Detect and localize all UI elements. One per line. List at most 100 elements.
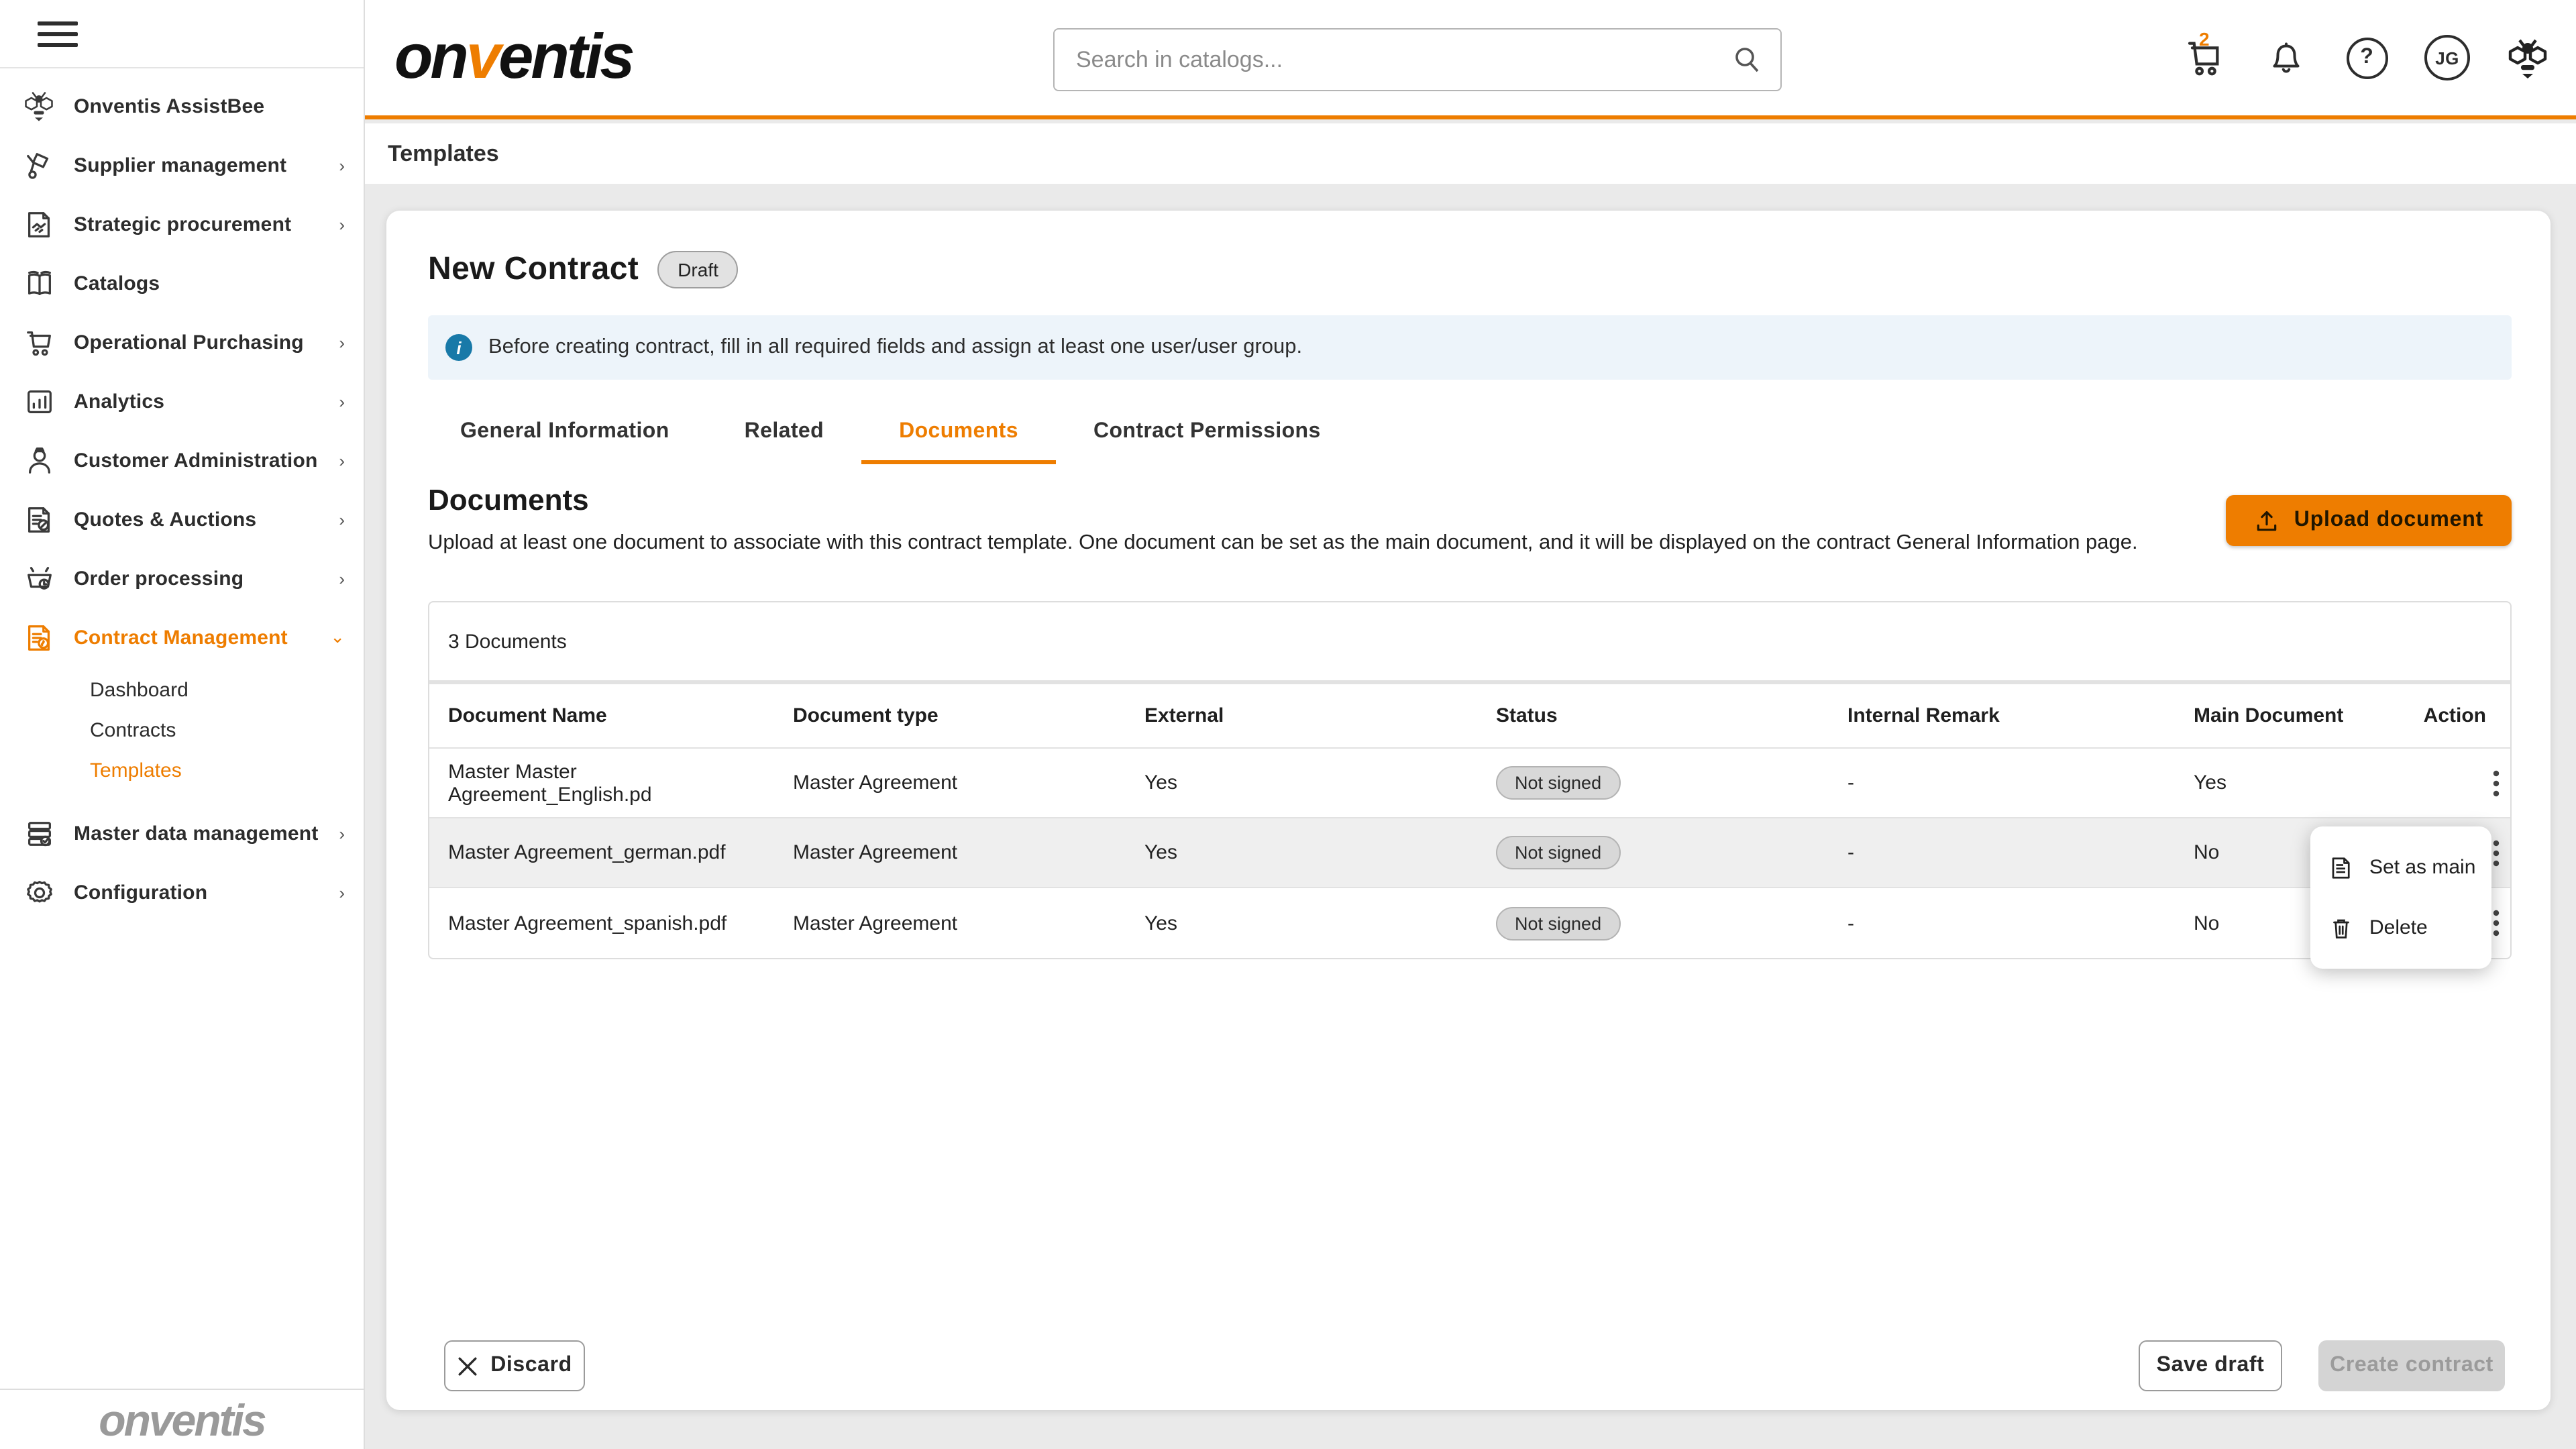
tab-documents[interactable]: Documents (861, 409, 1056, 464)
upload-button-label: Upload document (2294, 508, 2483, 533)
sidebar-item-analytics[interactable]: Analytics › (0, 372, 364, 431)
help-button[interactable]: ? (2343, 34, 2391, 82)
search-input[interactable] (1053, 28, 1782, 91)
sidebar-item-label: Analytics (74, 390, 164, 413)
notifications-button[interactable] (2262, 34, 2310, 82)
sidebar-nav: Onventis AssistBee Supplier management › (0, 68, 364, 922)
open-book-icon (23, 267, 55, 299)
upload-document-button[interactable]: Upload document (2226, 495, 2512, 546)
sidebar-item-label: Strategic procurement (74, 213, 291, 235)
document-percent-icon (23, 503, 55, 535)
save-draft-button[interactable]: Save draft (2139, 1340, 2282, 1391)
column-header-document-name: Document Name (429, 684, 793, 747)
app-window: Onventis AssistBee Supplier management › (0, 0, 2576, 1449)
column-header-document-type: Document type (793, 684, 1144, 747)
sidebar-footer: onventis (0, 1389, 364, 1449)
sidebar-subitem-dashboard[interactable]: Dashboard (0, 669, 364, 710)
chevron-right-icon: › (339, 509, 345, 529)
info-banner-text: Before creating contract, fill in all re… (488, 335, 1302, 360)
discard-button[interactable]: Discard (444, 1340, 585, 1391)
internal-remark: - (1847, 771, 2194, 794)
logo-part: entis (498, 20, 632, 91)
close-icon (457, 1356, 477, 1376)
sidebar-subitem-contracts[interactable]: Contracts (0, 710, 364, 750)
sidebar-item-catalogs[interactable]: Catalogs (0, 254, 364, 313)
discard-label: Discard (490, 1354, 572, 1378)
column-header-internal-remark: Internal Remark (1847, 684, 2194, 747)
status-cell: Not signed (1496, 766, 1847, 800)
document-name: Master Agreement_german.pdf (429, 841, 793, 864)
user-avatar[interactable]: JG (2423, 34, 2471, 82)
tab-related[interactable]: Related (707, 409, 861, 464)
table-row: Master Master Agreement_English.pd Maste… (429, 749, 2510, 818)
external-value: Yes (1144, 912, 1496, 934)
column-header-external: External (1144, 684, 1496, 747)
breadcrumb[interactable]: Templates (388, 140, 499, 167)
gear-icon (23, 876, 55, 908)
bar-chart-icon (23, 385, 55, 417)
breadcrumb-bar: Templates (365, 123, 2576, 184)
sidebar-item-strategic-procurement[interactable]: Strategic procurement › (0, 195, 364, 254)
table-row: Master Agreement_spanish.pdf Master Agre… (429, 888, 2510, 958)
top-header: onventis 2 (365, 0, 2576, 119)
sidebar-top (0, 0, 364, 68)
sidebar-item-operational-purchasing[interactable]: Operational Purchasing › (0, 313, 364, 372)
hand-truck-icon (23, 149, 55, 181)
column-header-main-document: Main Document (2194, 684, 2418, 747)
context-menu-set-as-main[interactable]: Set as main (2310, 837, 2491, 898)
column-header-status: Status (1496, 684, 1847, 747)
tab-contract-permissions[interactable]: Contract Permissions (1056, 409, 1358, 464)
sidebar-item-onventis-assistbee[interactable]: Onventis AssistBee (0, 76, 364, 136)
contract-management-subnav: Dashboard Contracts Templates (0, 669, 364, 790)
sidebar-item-configuration[interactable]: Configuration › (0, 863, 364, 922)
document-paragraph-icon (23, 621, 55, 653)
sidebar-item-label: Customer Administration (74, 449, 318, 472)
new-contract-card: New Contract Draft i Before creating con… (386, 211, 2551, 1410)
sidebar-item-quotes-auctions[interactable]: Quotes & Auctions › (0, 490, 364, 549)
sidebar-item-master-data-management[interactable]: Master data management › (0, 804, 364, 863)
chevron-right-icon: › (339, 332, 345, 352)
context-menu-delete[interactable]: Delete (2310, 898, 2491, 958)
info-banner: i Before creating contract, fill in all … (428, 315, 2512, 380)
sidebar-item-contract-management[interactable]: Contract Management ⌄ (0, 608, 364, 667)
tab-general-information[interactable]: General Information (423, 409, 707, 464)
document-type: Master Agreement (793, 841, 1144, 864)
status-badge: Not signed (1496, 766, 1620, 800)
sidebar: Onventis AssistBee Supplier management › (0, 0, 365, 1449)
sidebar-item-label: Catalogs (74, 272, 160, 294)
row-actions-kebab-icon[interactable] (2418, 769, 2510, 796)
hamburger-menu-icon[interactable] (38, 14, 78, 53)
logo-part: v (466, 20, 498, 91)
header-icons: 2 ? JG (2182, 0, 2552, 115)
status-cell: Not signed (1496, 836, 1847, 869)
external-value: Yes (1144, 841, 1496, 864)
catalog-search (1053, 28, 1782, 91)
trash-icon (2329, 916, 2353, 940)
upload-icon (2254, 508, 2279, 533)
sidebar-item-label: Onventis AssistBee (74, 95, 264, 117)
sidebar-item-customer-administration[interactable]: Customer Administration › (0, 431, 364, 490)
create-contract-button[interactable]: Create contract (2318, 1340, 2505, 1391)
question-mark-icon: ? (2346, 37, 2387, 78)
main-area: New Contract Draft i Before creating con… (365, 184, 2576, 1449)
status-badge: Not signed (1496, 836, 1620, 869)
context-menu-label: Delete (2369, 916, 2428, 939)
sidebar-item-supplier-management[interactable]: Supplier management › (0, 136, 364, 195)
sidebar-item-label: Order processing (74, 567, 244, 590)
chevron-right-icon: › (339, 391, 345, 411)
assistbee-button[interactable] (2504, 34, 2552, 82)
document-handshake-icon (23, 208, 55, 240)
cart-button[interactable]: 2 (2182, 34, 2230, 82)
search-icon[interactable] (1731, 43, 1763, 82)
title-row: New Contract Draft (428, 211, 2512, 288)
chevron-right-icon: › (339, 823, 345, 843)
chevron-right-icon: › (339, 155, 345, 175)
document-name: Master Master Agreement_English.pd (429, 760, 793, 806)
sidebar-item-order-processing[interactable]: Order processing › (0, 549, 364, 608)
sidebar-subitem-templates[interactable]: Templates (0, 750, 364, 790)
chevron-right-icon: › (339, 450, 345, 470)
sidebar-item-label: Configuration (74, 881, 207, 904)
table-row: Master Agreement_german.pdf Master Agree… (429, 818, 2510, 888)
document-icon (2329, 855, 2353, 879)
internal-remark: - (1847, 912, 2194, 934)
